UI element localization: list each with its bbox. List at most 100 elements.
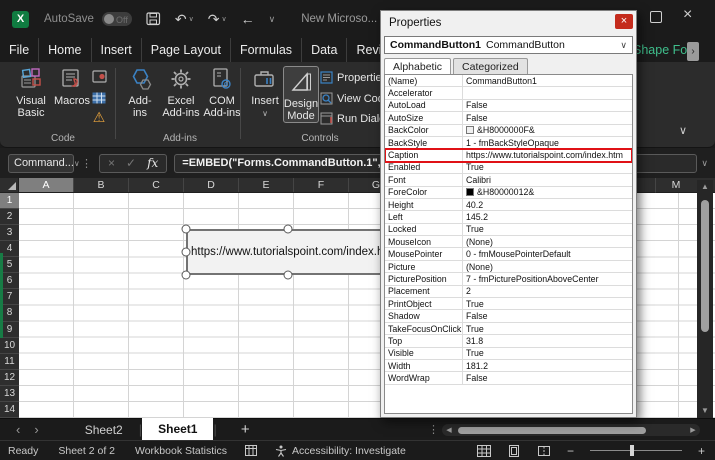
select-all-corner[interactable] [0, 178, 19, 193]
property-value[interactable]: 31.8 [463, 336, 632, 346]
record-macro-button[interactable] [90, 68, 108, 85]
zoom-slider[interactable] [590, 450, 682, 452]
row-header[interactable]: 13 [0, 386, 19, 402]
property-value[interactable]: 7 - fmPicturePositionAboveCenter [463, 274, 632, 284]
macro-security-button[interactable]: ⚠ [90, 109, 108, 126]
property-value[interactable]: 0 - fmMousePointerDefault [463, 249, 632, 259]
row-header[interactable]: 11 [0, 354, 19, 370]
property-row[interactable]: Width 181.2 [385, 360, 632, 372]
redo-dropdown-icon[interactable]: ∨ [221, 15, 226, 23]
close-window-button[interactable]: × [683, 6, 692, 24]
row-header[interactable]: 1 [0, 193, 19, 209]
tab-shape-format[interactable]: Shape Format [633, 38, 689, 62]
column-header[interactable]: C [129, 178, 184, 192]
zoom-slider-thumb[interactable] [630, 445, 634, 456]
property-row[interactable]: Picture (None) [385, 261, 632, 273]
property-row[interactable]: WordWrap False [385, 372, 632, 384]
property-value[interactable]: False [463, 311, 632, 321]
add-sheet-button[interactable]: + [241, 421, 250, 438]
cancel-formula-icon[interactable]: × [108, 156, 115, 170]
property-row[interactable]: Locked True [385, 224, 632, 236]
next-sheet-icon[interactable]: › [34, 422, 38, 437]
undo-button[interactable]: ↶ [175, 11, 187, 28]
property-row[interactable]: AutoSize False [385, 112, 632, 124]
enter-formula-icon[interactable]: ✓ [126, 156, 136, 170]
tab-scroll-splitter[interactable]: ⋮ [428, 419, 439, 441]
column-header-m[interactable]: M [655, 178, 696, 193]
accessibility-status[interactable]: Accessibility: Investigate [292, 445, 406, 457]
property-value[interactable]: Calibri [463, 175, 632, 185]
zoom-out-button[interactable]: − [567, 444, 574, 458]
property-value[interactable]: True [463, 162, 632, 172]
property-row[interactable]: TakeFocusOnClick True [385, 323, 632, 335]
property-row[interactable]: Caption https://www.tutorialspoint.com/i… [385, 149, 632, 161]
property-value[interactable]: True [463, 348, 632, 358]
ribbon-tab[interactable]: Page Layout [141, 38, 230, 62]
workbook-statistics-button[interactable]: Workbook Statistics [135, 445, 227, 457]
property-row[interactable]: Enabled True [385, 162, 632, 174]
column-header[interactable]: E [239, 178, 294, 192]
insert-control-button[interactable]: Insert ∨ [247, 66, 283, 120]
property-value[interactable]: 145.2 [463, 212, 632, 222]
document-title[interactable]: New Microso... [301, 13, 377, 25]
properties-close-button[interactable]: × [615, 14, 633, 29]
property-row[interactable]: Height 40.2 [385, 199, 632, 211]
sheet-tab-sheet2[interactable]: Sheet2 [69, 419, 139, 441]
property-row[interactable]: BackStyle 1 - fmBackStyleOpaque [385, 137, 632, 149]
property-row[interactable]: Shadow False [385, 310, 632, 322]
ribbon-tab[interactable]: Data [301, 38, 346, 62]
column-header[interactable]: D [184, 178, 239, 192]
property-value[interactable]: 2 [463, 286, 632, 296]
property-value[interactable]: https://www.tutorialspoint.com/index.htm [463, 150, 632, 160]
row-header[interactable]: 12 [0, 370, 19, 386]
ribbon-tab[interactable]: Home [38, 38, 90, 62]
property-row[interactable]: PrintObject True [385, 298, 632, 310]
formula-bar-splitter[interactable]: ⋮ [81, 157, 92, 170]
property-row[interactable]: Font Calibri [385, 174, 632, 186]
command-button-object[interactable]: https://www.tutorialspoint.com/index.htm [186, 229, 396, 275]
save-button[interactable] [146, 12, 161, 26]
property-row[interactable]: MousePointer 0 - fmMousePointerDefault [385, 248, 632, 260]
property-value[interactable]: False [463, 113, 632, 123]
property-row[interactable]: AutoLoad False [385, 100, 632, 112]
scroll-up-icon[interactable]: ▲ [697, 180, 713, 194]
autosave-toggle[interactable]: Off [102, 12, 132, 26]
restore-window-button[interactable] [650, 11, 662, 23]
property-value[interactable]: (None) [463, 262, 632, 272]
page-break-preview-button[interactable] [537, 445, 551, 457]
horizontal-scrollbar-thumb[interactable] [458, 427, 646, 434]
selection-handle-top-left[interactable] [182, 225, 191, 234]
property-value[interactable]: True [463, 324, 632, 334]
property-value[interactable]: CommandButton1 [463, 76, 632, 86]
row-header[interactable]: 14 [0, 402, 19, 418]
sheet-tab-sheet1[interactable]: Sheet1 [142, 418, 213, 442]
tab-scroll-button[interactable]: › [687, 42, 699, 61]
property-row[interactable]: Visible True [385, 348, 632, 360]
tab-categorized[interactable]: Categorized [453, 58, 528, 75]
selection-handle-top-middle[interactable] [284, 225, 293, 234]
property-value[interactable]: 1 - fmBackStyleOpaque [463, 138, 632, 148]
page-layout-view-button[interactable] [507, 445, 521, 457]
visual-basic-button[interactable]: Visual Basic [10, 66, 52, 119]
row-header[interactable]: 2 [0, 209, 19, 225]
property-row[interactable]: Placement 2 [385, 286, 632, 298]
property-value[interactable]: True [463, 224, 632, 234]
name-box[interactable]: Command... ∨ [8, 154, 74, 173]
object-selector-dropdown[interactable]: CommandButton1 CommandButton ∨ [384, 36, 633, 54]
insert-function-icon[interactable]: fx [147, 156, 158, 170]
ribbon-tab[interactable]: File [0, 38, 38, 62]
design-mode-button[interactable]: Design Mode [283, 66, 319, 123]
column-header[interactable]: F [294, 178, 349, 192]
property-row[interactable]: PicturePosition 7 - fmPicturePositionAbo… [385, 273, 632, 285]
properties-button[interactable]: Properties [320, 71, 387, 84]
scroll-left-icon[interactable]: ◀ [442, 426, 456, 434]
macros-button[interactable]: Macros [52, 66, 92, 107]
property-value[interactable]: 40.2 [463, 200, 632, 210]
column-header[interactable]: A [19, 178, 74, 192]
vertical-scrollbar[interactable]: ▲ ▼ [697, 180, 713, 418]
com-addins-button[interactable]: COM Add-ins [202, 66, 242, 119]
property-value[interactable]: False [463, 100, 632, 110]
property-row[interactable]: Accelerator [385, 87, 632, 99]
property-row[interactable]: Top 31.8 [385, 335, 632, 347]
name-box-dropdown-icon[interactable]: ∨ [74, 159, 80, 168]
